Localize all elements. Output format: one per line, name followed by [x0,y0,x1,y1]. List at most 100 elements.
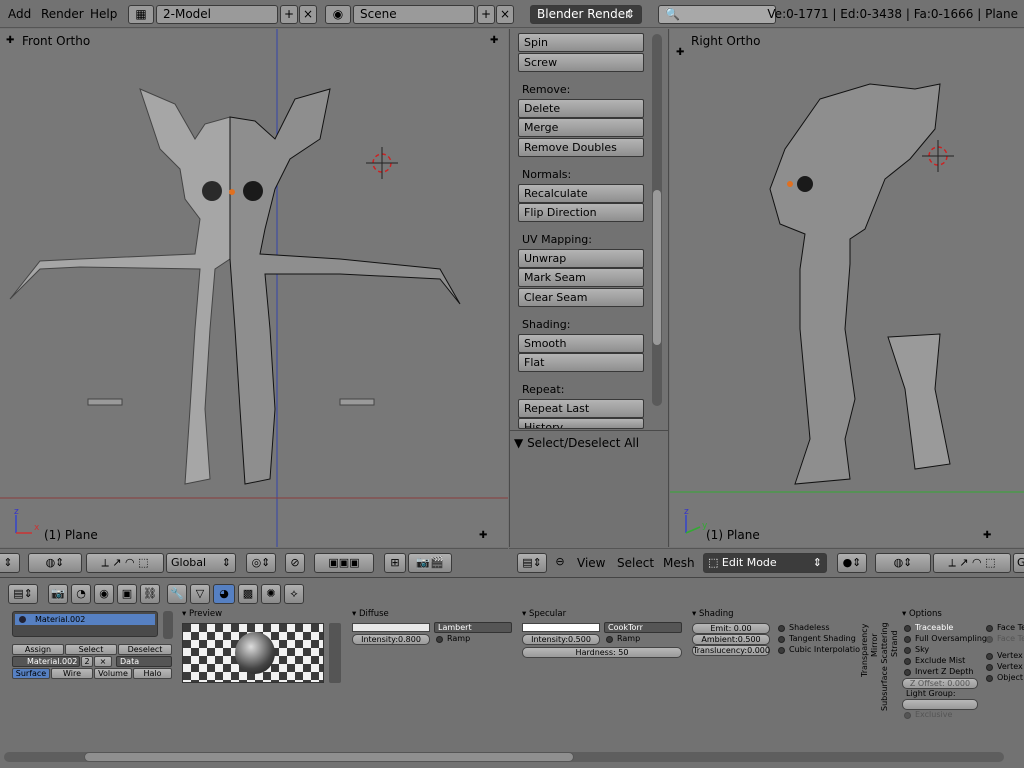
diffuse-shader-select[interactable]: Lambert [434,622,512,633]
texture-tab-icon[interactable]: ▩ [238,584,258,604]
hardness-field[interactable]: Hardness: 50 [522,647,682,658]
scene-field[interactable]: Scene [353,5,475,24]
select-button[interactable]: Select [65,644,117,655]
slot-list-scroll[interactable] [163,611,173,639]
repeat-last-button[interactable]: Repeat Last [518,399,644,418]
menu-add[interactable]: Add [8,7,31,21]
transparency-panel-tab[interactable]: Transparency [860,624,869,677]
menu-view[interactable]: View [577,556,605,570]
specular-shader-select[interactable]: CookTorr [604,622,682,633]
select-mode-icons[interactable]: ▣▣▣ [314,553,374,573]
ambient-field[interactable]: Ambient:0.500 [692,634,770,645]
subsurface-scattering-panel-tab[interactable]: Subsurface Scattering [880,622,889,711]
shadeless-checkbox[interactable] [778,625,785,632]
flip-direction-button[interactable]: Flip Direction [518,203,644,222]
remove-scene-icon[interactable]: × [496,5,514,24]
exclusive-checkbox[interactable] [904,712,911,719]
manipulator-icons[interactable]: ⟂ ↗ ◠ ⬚ [86,553,164,573]
cubic-interpolation-checkbox[interactable] [778,647,785,654]
screen-layout-field[interactable]: 2-Model [156,5,278,24]
menu-render[interactable]: Render [41,7,84,21]
scene-icon[interactable]: ◉ [325,5,351,24]
layer-icon[interactable]: ◎⇕ [246,553,276,573]
invert-z-depth-checkbox[interactable] [904,669,911,676]
mode-select[interactable]: ⬚ Edit Mode ⇕ [703,553,827,573]
material-slot-list[interactable]: Material.002 [12,611,158,637]
menu-mesh[interactable]: Mesh [663,556,695,570]
render-icons[interactable]: 📷🎬 [408,553,452,573]
sky-checkbox[interactable] [904,647,911,654]
specular-panel-title[interactable]: ▾ Specular [522,609,566,619]
data-tab-icon[interactable]: ▽ [190,584,210,604]
light-group-field[interactable] [902,699,978,710]
diffuse-ramp-checkbox[interactable] [436,636,443,643]
users-count[interactable]: 2 [81,656,93,667]
search-input[interactable]: 🔍 [658,5,776,24]
tab-halo[interactable]: Halo [133,668,172,679]
mark-seam-button[interactable]: Mark Seam [518,268,644,287]
spin-button[interactable]: Spin [518,33,644,52]
history-button[interactable]: History... [518,418,644,429]
modifiers-tab-icon[interactable]: 🔧 [167,584,187,604]
material-slot-item[interactable]: Material.002 [15,614,155,625]
render-engine-select[interactable]: Blender Render ⇕ [530,5,642,24]
material-tab-icon[interactable]: ◕ [213,584,235,604]
link-select[interactable]: Data [116,656,172,667]
screen-layout-icon[interactable]: ▦ [128,5,154,24]
unlink-icon[interactable]: × [94,656,112,667]
viewport-shading-icon[interactable]: ◍⇕ [28,553,82,573]
flat-button[interactable]: Flat [518,353,644,372]
specular-color[interactable] [522,623,600,632]
object-color-checkbox[interactable] [986,675,993,682]
viewport-right[interactable]: ✚ Right Ortho z y (1) Plane ✚ [670,29,1024,547]
orientation-select[interactable]: Global ⇕ [166,553,236,573]
diffuse-panel-title[interactable]: ▾ Diffuse [352,609,389,619]
viewport-corner-plus-icon[interactable]: ✚ [490,35,498,46]
viewport-corner-plus-icon[interactable]: ✚ [479,530,487,541]
face-textures-checkbox[interactable] [986,625,993,632]
properties-scroll-thumb[interactable] [84,752,574,762]
full-oversampling-checkbox[interactable] [904,636,911,643]
pivot-icon[interactable]: ◍⇕ [875,553,931,573]
manipulator-icons[interactable]: ⟂ ↗ ◠ ⬚ [933,553,1011,573]
scene-tab-icon[interactable]: ◔ [71,584,91,604]
tab-wire[interactable]: Wire [51,668,93,679]
tab-surface[interactable]: Surface [12,668,50,679]
z-offset-field[interactable]: Z Offset: 0.000 [902,678,978,689]
clear-seam-button[interactable]: Clear Seam [518,288,644,307]
material-name-field[interactable]: Material.002 [12,656,80,667]
smooth-button[interactable]: Smooth [518,334,644,353]
diffuse-intensity-field[interactable]: Intensity:0.800 [352,634,430,645]
specular-intensity-field[interactable]: Intensity:0.500 [522,634,600,645]
add-scene-icon[interactable]: + [477,5,495,24]
physics-tab-icon[interactable]: ⟡ [284,584,304,604]
exclude-mist-checkbox[interactable] [904,658,911,665]
render-tab-icon[interactable]: 📷 [48,584,68,604]
snap-icon[interactable]: ⊘ [285,553,305,573]
recalculate-button[interactable]: Recalculate [518,184,644,203]
vertex-color-light-checkbox[interactable] [986,664,993,671]
tangent-shading-checkbox[interactable] [778,636,785,643]
world-tab-icon[interactable]: ◉ [94,584,114,604]
tab-volume[interactable]: Volume [94,668,132,679]
preview-panel-title[interactable]: ▾ Preview [182,609,222,619]
remove-doubles-button[interactable]: Remove Doubles [518,138,644,157]
viewport-corner-plus-icon[interactable]: ✚ [676,47,684,58]
options-panel-title[interactable]: ▾ Options [902,609,942,619]
menu-select[interactable]: Select [617,556,654,570]
constraints-tab-icon[interactable]: ⛓ [140,584,160,604]
operator-panel[interactable]: ▼ Select/Deselect All [514,436,639,450]
delete-button[interactable]: Delete [518,99,644,118]
remove-layout-icon[interactable]: × [299,5,317,24]
viewport-front[interactable]: ✚ Front Ortho ✚ z x (1) Plane ✚ [0,29,508,547]
tool-shelf-scroll-thumb[interactable] [653,190,661,345]
collapse-menus-icon[interactable]: ⊖ [553,553,567,573]
deselect-button[interactable]: Deselect [118,644,172,655]
unwrap-button[interactable]: Unwrap [518,249,644,268]
traceable-checkbox[interactable] [904,625,911,632]
viewport-corner-plus-icon[interactable]: ✚ [6,35,14,46]
particles-tab-icon[interactable]: ✺ [261,584,281,604]
vertex-color-paint-checkbox[interactable] [986,653,993,660]
strand-panel-tab[interactable]: Strand [890,630,899,657]
mirror-panel-tab[interactable]: Mirror [870,633,879,657]
